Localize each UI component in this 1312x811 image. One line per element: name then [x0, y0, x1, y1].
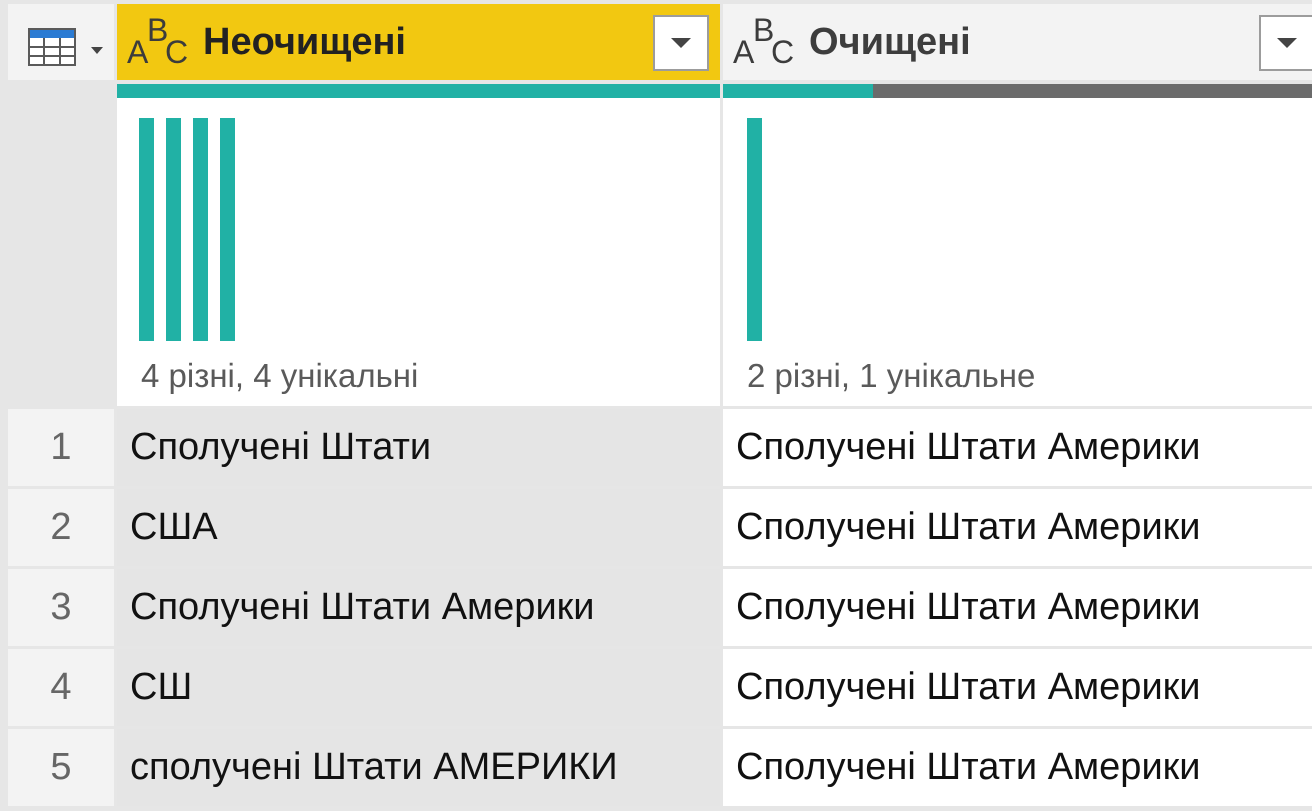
table-cell-raw[interactable]: Сполучені Штати [117, 409, 720, 486]
quality-valid-segment [723, 84, 873, 98]
chevron-down-icon [91, 47, 103, 54]
column-quality-bar[interactable] [723, 84, 1312, 98]
distribution-bars [747, 118, 762, 341]
table-cell-clean[interactable]: Сполучені Штати Америки [723, 409, 1312, 486]
chevron-down-icon [671, 38, 691, 48]
abc-text-type-icon[interactable]: A B C [127, 12, 195, 72]
table-cell-clean[interactable]: Сполучені Штати Америки [723, 489, 1312, 566]
profile-corner [8, 98, 114, 406]
row-number[interactable]: 4 [8, 649, 114, 726]
column-filter-button[interactable] [1259, 15, 1312, 71]
table-cell-clean[interactable]: Сполучені Штати Америки [723, 649, 1312, 726]
column-distribution-raw[interactable]: 4 різні, 4 унікальні [117, 98, 720, 406]
distribution-bars [139, 118, 235, 341]
row-number[interactable]: 5 [8, 729, 114, 806]
table-cell-clean[interactable]: Сполучені Штати Америки [723, 729, 1312, 806]
distribution-bar [193, 118, 208, 341]
column-filter-button[interactable] [653, 15, 709, 71]
table-cell-raw[interactable]: Сполучені Штати Америки [117, 569, 720, 646]
distribution-summary: 4 різні, 4 унікальні [141, 357, 419, 394]
column-distribution-clean[interactable]: 2 різні, 1 унікальне [723, 98, 1312, 406]
row-number[interactable]: 3 [8, 569, 114, 646]
distribution-summary: 2 різні, 1 унікальне [747, 357, 1036, 394]
table-cell-raw[interactable]: США [117, 489, 720, 566]
table-cell-raw[interactable]: СШ [117, 649, 720, 726]
table-cell-clean[interactable]: Сполучені Штати Америки [723, 569, 1312, 646]
chevron-down-icon [1277, 38, 1297, 48]
row-number[interactable]: 1 [8, 409, 114, 486]
distribution-bar [166, 118, 181, 341]
distribution-bar [139, 118, 154, 341]
table-menu-button[interactable] [8, 4, 114, 80]
row-number[interactable]: 2 [8, 489, 114, 566]
column-title: Очищені [809, 20, 971, 63]
column-header-clean[interactable]: A B C Очищені [723, 4, 1312, 80]
query-data-grid: A B C Неочищені A B C Очищені 4 різні, 4… [0, 0, 1312, 811]
column-header-raw[interactable]: A B C Неочищені [117, 4, 720, 80]
table-cell-raw[interactable]: сполучені Штати АМЕРИКИ [117, 729, 720, 806]
column-quality-bar[interactable] [117, 84, 720, 98]
distribution-bar [747, 118, 762, 341]
abc-text-type-icon[interactable]: A B C [733, 12, 801, 72]
table-icon [28, 28, 76, 66]
column-title: Неочищені [203, 20, 406, 63]
distribution-bar [220, 118, 235, 341]
